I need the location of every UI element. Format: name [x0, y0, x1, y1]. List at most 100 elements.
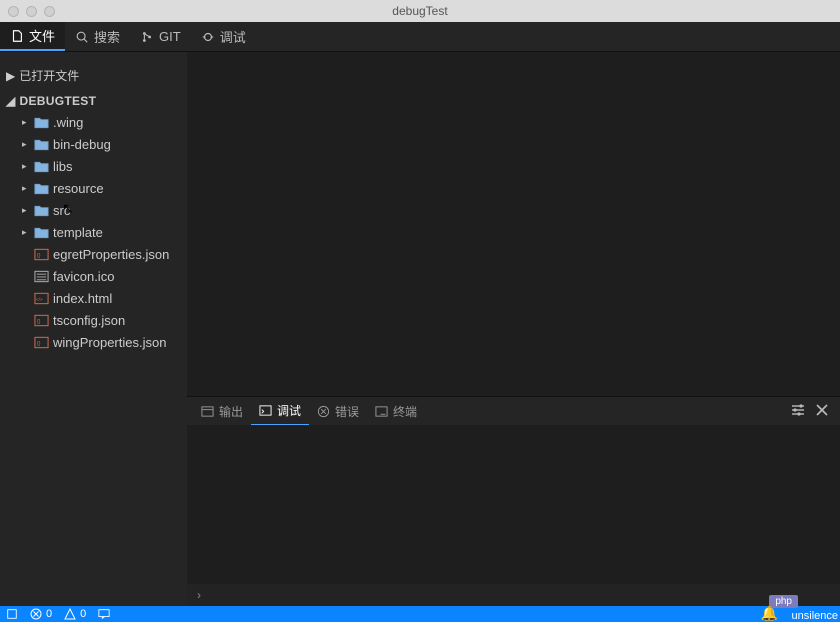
editor-region: 输出 调试 错误 终端	[187, 52, 840, 606]
warning-icon	[64, 608, 76, 620]
chevron-right-icon: ▸	[22, 161, 30, 172]
panel-tab-errors[interactable]: 错误	[309, 397, 367, 425]
svg-text:</>: </>	[36, 296, 43, 301]
folder-icon	[34, 138, 49, 151]
chevron-right-icon: ▸	[22, 117, 30, 128]
window-titlebar: debugTest	[0, 0, 840, 22]
bug-icon	[201, 30, 215, 44]
debug-console-body[interactable]	[187, 425, 840, 584]
status-errors-count: 0	[46, 608, 52, 620]
svg-text:{}: {}	[37, 252, 41, 258]
project-header[interactable]: ◢ DEBUGTEST	[0, 91, 187, 111]
tree-item-label: .wing	[53, 115, 83, 130]
tree-item-label: index.html	[53, 291, 112, 306]
tree-folder[interactable]: ▸ libs	[6, 155, 187, 177]
tree-item-label: src	[53, 203, 70, 218]
tree-item-label: favicon.ico	[53, 269, 114, 284]
tree-item-label: bin-debug	[53, 137, 111, 152]
panel-settings-icon[interactable]	[790, 403, 806, 420]
error-icon	[317, 405, 330, 418]
tree-item-label: tsconfig.json	[53, 313, 125, 328]
chevron-right-icon: ▸	[22, 205, 30, 216]
html-file-icon: </>	[34, 292, 49, 305]
panel-close-icon[interactable]	[816, 403, 828, 419]
json-file-icon: {}	[34, 314, 49, 327]
status-bar: 0 0 php 🔔 unsilence	[0, 606, 840, 622]
chevron-down-icon: ◢	[6, 94, 16, 108]
file-tree: ▸ .wing ▸ bin-debug ▸ libs ▸ res	[0, 111, 187, 353]
status-remote-icon[interactable]	[6, 608, 18, 620]
git-icon	[140, 30, 154, 44]
folder-icon	[34, 160, 49, 173]
repl-prompt: ›	[197, 588, 201, 602]
svg-text:{}: {}	[37, 318, 41, 324]
window-title: debugTest	[0, 4, 840, 18]
tree-folder[interactable]: ▸ resource	[6, 177, 187, 199]
chevron-right-icon: ▶	[6, 69, 15, 83]
folder-icon	[34, 226, 49, 239]
tree-item-label: resource	[53, 181, 104, 196]
output-icon	[201, 405, 214, 418]
tree-item-label: wingProperties.json	[53, 335, 166, 350]
folder-icon	[34, 182, 49, 195]
panel-tab-label: 终端	[393, 403, 417, 420]
toolbar-tab-search[interactable]: 搜索	[65, 22, 130, 51]
toolbar-tab-debug[interactable]: 调试	[191, 22, 256, 51]
project-label: DEBUGTEST	[20, 94, 97, 108]
file-icon	[10, 29, 24, 43]
svg-text:{}: {}	[37, 340, 41, 346]
panel-tabs: 输出 调试 错误 终端	[187, 397, 840, 425]
opened-files-header[interactable]: ▶ 已打开文件	[0, 64, 187, 87]
unsilence-label[interactable]: unsilence	[792, 610, 838, 622]
tree-item-label: template	[53, 225, 103, 240]
toolbar-tab-label: 调试	[220, 27, 246, 46]
tree-item-label: egretProperties.json	[53, 247, 169, 262]
json-file-icon: {}	[34, 248, 49, 261]
panel-tab-label: 输出	[219, 403, 243, 420]
panel-tab-output[interactable]: 输出	[193, 397, 251, 425]
tree-folder[interactable]: ▸ src	[6, 199, 187, 221]
minimize-window-button[interactable]	[26, 6, 37, 17]
chevron-right-icon: ▸	[22, 139, 30, 150]
toolbar-tab-file[interactable]: 文件	[0, 22, 65, 51]
activity-toolbar: 文件 搜索 GIT 调试	[0, 22, 840, 52]
bottom-panel: 输出 调试 错误 终端	[187, 396, 840, 606]
traffic-lights	[8, 6, 55, 17]
tree-file[interactable]: </> index.html	[6, 287, 187, 309]
chevron-right-icon: ▸	[22, 227, 30, 238]
tree-file[interactable]: {} tsconfig.json	[6, 309, 187, 331]
status-warnings[interactable]: 0	[64, 608, 86, 620]
panel-tab-label: 错误	[335, 403, 359, 420]
error-icon	[30, 608, 42, 620]
toolbar-tab-label: GIT	[159, 29, 181, 44]
tree-item-label: libs	[53, 159, 73, 174]
status-feedback-icon[interactable]	[98, 608, 110, 620]
debug-repl-input[interactable]: ›	[187, 584, 840, 606]
status-warnings-count: 0	[80, 608, 86, 620]
toolbar-tab-label: 搜索	[94, 27, 120, 46]
toolbar-tab-label: 文件	[29, 26, 55, 45]
editor-blank-area	[187, 52, 840, 396]
tree-folder[interactable]: ▸ template	[6, 221, 187, 243]
toolbar-tab-git[interactable]: GIT	[130, 22, 191, 51]
panel-tab-terminal[interactable]: 终端	[367, 397, 425, 425]
tree-file[interactable]: {} wingProperties.json	[6, 331, 187, 353]
terminal-icon	[375, 405, 388, 418]
tree-file[interactable]: {} egretProperties.json	[6, 243, 187, 265]
chevron-right-icon: ▸	[22, 183, 30, 194]
status-errors[interactable]: 0	[30, 608, 52, 620]
search-icon	[75, 30, 89, 44]
tree-folder[interactable]: ▸ .wing	[6, 111, 187, 133]
notification-bell-icon[interactable]: 🔔	[761, 605, 778, 622]
close-window-button[interactable]	[8, 6, 19, 17]
ico-file-icon	[34, 270, 49, 283]
zoom-window-button[interactable]	[44, 6, 55, 17]
panel-tab-label: 调试	[277, 402, 301, 419]
tree-folder[interactable]: ▸ bin-debug	[6, 133, 187, 155]
tree-file[interactable]: favicon.ico	[6, 265, 187, 287]
panel-tab-debug[interactable]: 调试	[251, 397, 309, 425]
json-file-icon: {}	[34, 336, 49, 349]
debug-console-icon	[259, 404, 272, 417]
folder-icon	[34, 116, 49, 129]
main-area: ▶ 已打开文件 ◢ DEBUGTEST ▸ .wing ▸ bin-debug	[0, 52, 840, 606]
